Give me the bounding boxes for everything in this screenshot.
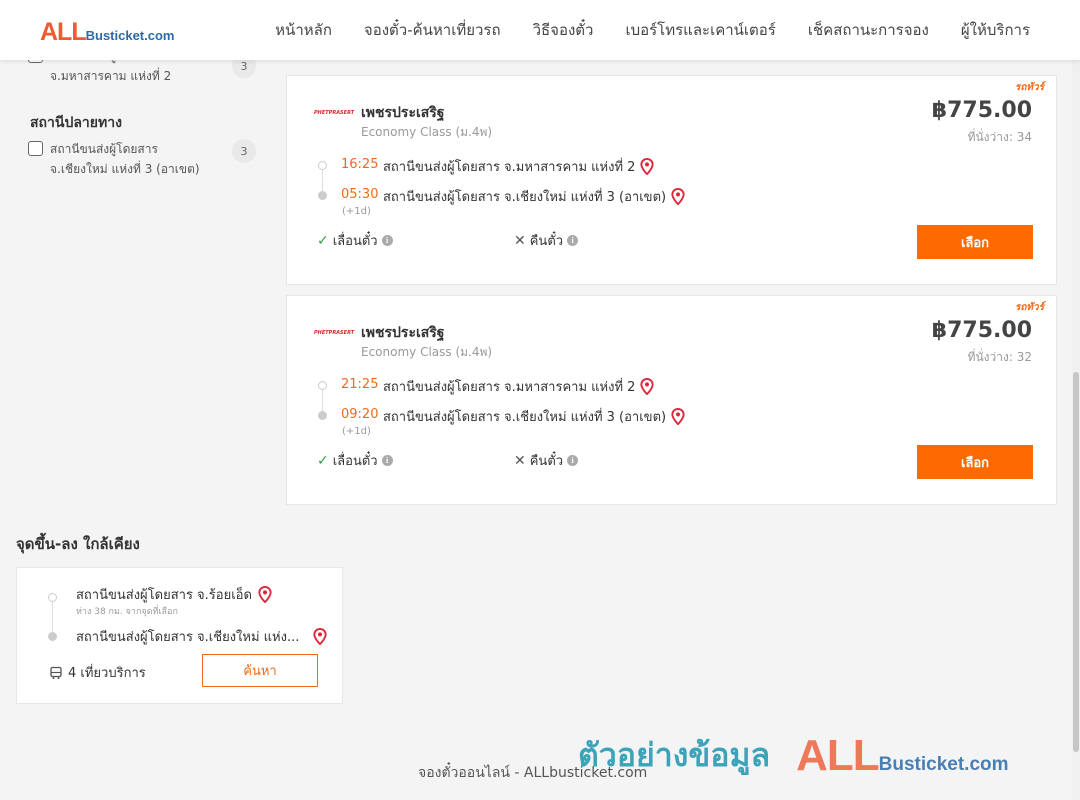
destination-filter-checkbox[interactable] [28,141,43,156]
operator-logo: PHETPRASERT [314,110,355,116]
change-ticket-label: เลื่อนตั๋ว [332,454,378,469]
arrival-stop-name: สถานีขนส่งผู้โดยสาร จ.เชียงใหม่ แห่งที่ … [383,410,667,425]
seats-available: ที่นั่งว่าง: 32 [967,350,1032,364]
from-dot [48,593,57,602]
nearby-trip-count: 4 เที่ยวบริการ [49,662,146,683]
destination-filter-count: 3 [232,139,256,163]
destination-filter-line2: จ.เชียงใหม่ แห่งที่ 3 (อาเขต) [50,162,200,176]
departure-time: 21:25 [341,377,379,392]
bus-type-tag: รถทัวร์ [1014,82,1044,93]
info-icon[interactable]: i [567,235,579,246]
trip-card: รถทัวร์ PHETPRASERT เพชรประเสริฐ Economy… [286,295,1057,505]
nav-check-booking[interactable]: เช็คสถานะการจอง [808,18,929,42]
arrival-stop-name: สถานีขนส่งผู้โดยสาร จ.เชียงใหม่ แห่งที่ … [383,190,667,205]
arrival-dot [318,411,327,420]
watermark-logo: ALLBusticket.com [796,731,1008,781]
bus-class: Economy Class (ม.4พ) [361,125,493,139]
arrival-time: 09:20 [341,407,379,422]
main-nav: หน้าหลัก จองตั๋ว-ค้นหาเที่ยวรถ วิธีจองตั… [275,0,1030,60]
refund-ticket-policy: ✕ คืนตั๋ว i [514,230,579,251]
operator-logo: PHETPRASERT [314,330,355,336]
bus-class: Economy Class (ม.4พ) [361,345,493,359]
select-trip-button[interactable]: เลือก [917,445,1033,479]
info-icon[interactable]: i [567,455,579,466]
logo-busticket: Busticket.com [85,28,175,43]
trip-card: รถทัวร์ PHETPRASERT เพชรประเสริฐ Economy… [286,75,1057,285]
nav-book-search[interactable]: จองตั๋ว-ค้นหาเที่ยวรถ [364,18,501,42]
nearby-from-stop: สถานีขนส่งผู้โดยสาร จ.ร้อยเอ็ด [76,584,272,605]
nearby-trip-count-text: 4 เที่ยวบริการ [68,666,146,681]
nav-home[interactable]: หน้าหลัก [275,18,332,42]
info-icon[interactable]: i [381,455,393,466]
trip-price: ฿775.00 [931,98,1032,123]
to-dot [48,632,57,641]
bus-type-tag: รถทัวร์ [1014,302,1044,313]
departure-stop: สถานีขนส่งผู้โดยสาร จ.มหาสารคาม แห่งที่ … [383,376,655,397]
refund-ticket-label: คืนตั๋ว [529,234,564,249]
logo-all: ALL [40,18,87,46]
nearby-stops-title: จุดขึ้น-ลง ใกล้เคียง [16,535,140,553]
refund-ticket-label: คืนตั๋ว [529,454,564,469]
map-pin-icon[interactable] [671,408,685,425]
departure-stop-name: สถานีขนส่งผู้โดยสาร จ.มหาสารคาม แห่งที่ … [383,380,636,395]
map-pin-icon[interactable] [671,188,685,205]
scroll-thumb[interactable] [1073,372,1079,752]
arrival-dot [318,191,327,200]
day-offset: (+1d) [342,206,371,217]
nav-contact-counters[interactable]: เบอร์โทรและเคาน์เตอร์ [625,18,775,42]
departure-stop-name: สถานีขนส่งผู้โดยสาร จ.มหาสารคาม แห่งที่ … [383,160,636,175]
destination-filter-title: สถานีปลายทาง [30,115,122,131]
nav-operators[interactable]: ผู้ให้บริการ [961,18,1030,42]
departure-time: 16:25 [341,157,379,172]
day-offset: (+1d) [342,426,371,437]
arrival-stop: สถานีขนส่งผู้โดยสาร จ.เชียงใหม่ แห่งที่ … [383,406,685,427]
destination-filter-item[interactable]: สถานีขนส่งผู้โดยสาร จ.เชียงใหม่ แห่งที่ … [28,139,256,179]
trip-price: ฿775.00 [931,318,1032,343]
check-icon: ✓ [317,452,329,469]
watermark-logo-busticket: Busticket.com [878,754,1009,775]
cross-icon: ✕ [514,232,526,249]
operator-name: เพชรประเสริฐ [361,105,445,121]
change-ticket-policy: ✓ เลื่อนตั๋ว i [317,230,393,251]
change-ticket-label: เลื่อนตั๋ว [332,234,378,249]
cross-icon: ✕ [514,452,526,469]
nearby-to-name: สถานีขนส่งผู้โดยสาร จ.เชียงใหม่ แห่ง... [76,630,300,645]
nearby-from-name: สถานีขนส่งผู้โดยสาร จ.ร้อยเอ็ด [76,588,252,603]
select-trip-button[interactable]: เลือก [917,225,1033,259]
departure-dot [318,381,327,390]
destination-filter-line1: สถานีขนส่งผู้โดยสาร [50,142,158,156]
watermark-logo-all: ALL [796,731,880,780]
map-pin-icon[interactable] [313,628,327,645]
check-icon: ✓ [317,232,329,249]
site-logo[interactable]: ALLBusticket.com [40,18,174,47]
site-header: ALLBusticket.com หน้าหลัก จองตั๋ว-ค้นหาเ… [0,0,1080,60]
route-line [52,602,53,632]
nav-how-to-book[interactable]: วิธีจองตั๋ว [533,18,594,42]
nearby-distance: ห่าง 38 กม. จากจุดที่เลือก [76,607,178,617]
departure-stop: สถานีขนส่งผู้โดยสาร จ.มหาสารคาม แห่งที่ … [383,156,655,177]
map-pin-icon[interactable] [258,586,272,603]
refund-ticket-policy: ✕ คืนตั๋ว i [514,450,579,471]
watermark-text: ตัวอย่างข้อมูล [578,736,771,774]
arrival-stop: สถานีขนส่งผู้โดยสาร จ.เชียงใหม่ แห่งที่ … [383,186,685,207]
bus-icon [50,666,62,679]
nearby-search-button[interactable]: ค้นหา [202,654,318,687]
page-scrollbar[interactable] [1072,60,1080,800]
origin-filter-line2: จ.มหาสารคาม แห่งที่ 2 [50,69,172,83]
departure-dot [318,161,327,170]
nearby-route-card: สถานีขนส่งผู้โดยสาร จ.ร้อยเอ็ด ห่าง 38 ก… [16,567,343,704]
sample-data-watermark: ตัวอย่างข้อมูล ALLBusticket.com [578,730,1009,781]
seats-available: ที่นั่งว่าง: 34 [967,130,1032,144]
nearby-to-stop: สถานีขนส่งผู้โดยสาร จ.เชียงใหม่ แห่ง... [76,626,327,647]
map-pin-icon[interactable] [640,378,655,395]
map-pin-icon[interactable] [640,158,655,175]
arrival-time: 05:30 [341,187,379,202]
operator-name: เพชรประเสริฐ [361,325,445,341]
change-ticket-policy: ✓ เลื่อนตั๋ว i [317,450,393,471]
info-icon[interactable]: i [381,235,393,246]
